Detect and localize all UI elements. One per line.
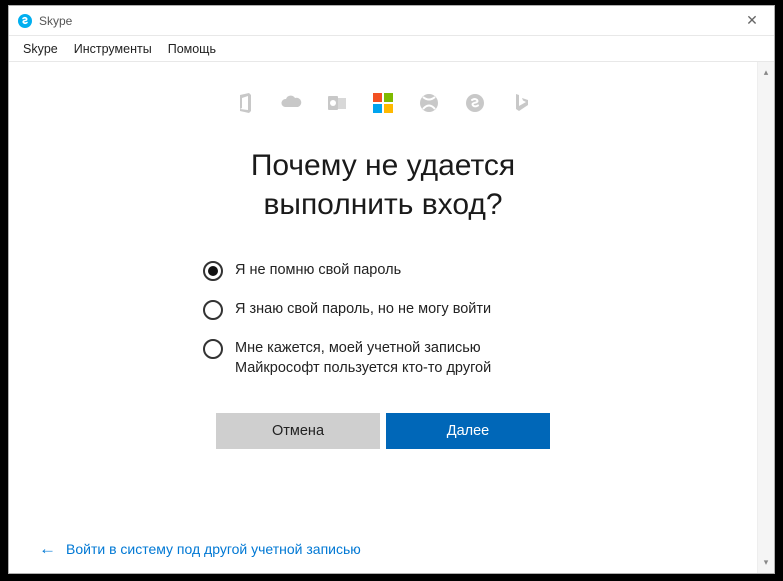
close-icon: ✕	[746, 12, 758, 29]
skype-logo-icon	[17, 13, 33, 29]
option-forgot-password[interactable]: Я не помню свой пароль	[203, 260, 563, 281]
option-compromised[interactable]: Мне кажется, моей учетной записью Майкро…	[203, 338, 563, 379]
scroll-up-icon[interactable]: ▴	[759, 65, 774, 80]
radio-icon	[203, 339, 223, 359]
menubar: Skype Инструменты Помощь	[9, 36, 774, 62]
outlook-icon	[326, 92, 348, 114]
cancel-button[interactable]: Отмена	[216, 413, 380, 449]
button-row: Отмена Далее	[49, 413, 717, 449]
onedrive-icon	[280, 92, 302, 114]
radio-icon	[203, 300, 223, 320]
footer-link-label: Войти в систему под другой учетной запис…	[66, 541, 361, 557]
microsoft-logo-icon	[372, 92, 394, 114]
page-heading: Почему не удается выполнить вход?	[49, 146, 717, 224]
option-know-password[interactable]: Я знаю свой пароль, но не могу войти	[203, 299, 563, 320]
skype-icon	[464, 92, 486, 114]
radio-icon	[203, 261, 223, 281]
sign-in-other-account-link[interactable]: ← Войти в систему под другой учетной зап…	[39, 540, 361, 557]
options-group: Я не помню свой пароль Я знаю свой парол…	[203, 260, 563, 379]
next-button[interactable]: Далее	[386, 413, 550, 449]
heading-line1: Почему не удается	[251, 149, 515, 182]
heading-line2: выполнить вход?	[263, 188, 502, 221]
arrow-left-icon: ←	[39, 540, 56, 557]
office-icon	[234, 92, 256, 114]
window: Skype ✕ Skype Инструменты Помощь	[8, 5, 775, 574]
titlebar: Skype ✕	[9, 6, 774, 36]
scrollbar[interactable]: ▴ ▾	[757, 62, 774, 573]
bing-icon	[510, 92, 532, 114]
menu-help[interactable]: Помощь	[160, 39, 224, 59]
menu-skype[interactable]: Skype	[15, 39, 66, 59]
option-label: Мне кажется, моей учетной записью Майкро…	[235, 338, 563, 379]
content-wrap: Почему не удается выполнить вход? Я не п…	[9, 62, 774, 573]
scroll-down-icon[interactable]: ▾	[759, 555, 774, 570]
brand-row	[49, 92, 717, 114]
content: Почему не удается выполнить вход? Я не п…	[9, 62, 757, 573]
menu-tools[interactable]: Инструменты	[66, 39, 160, 59]
option-label: Я не помню свой пароль	[235, 260, 401, 280]
window-title: Skype	[39, 14, 732, 28]
option-label: Я знаю свой пароль, но не могу войти	[235, 299, 491, 319]
close-button[interactable]: ✕	[732, 7, 772, 35]
xbox-icon	[418, 92, 440, 114]
